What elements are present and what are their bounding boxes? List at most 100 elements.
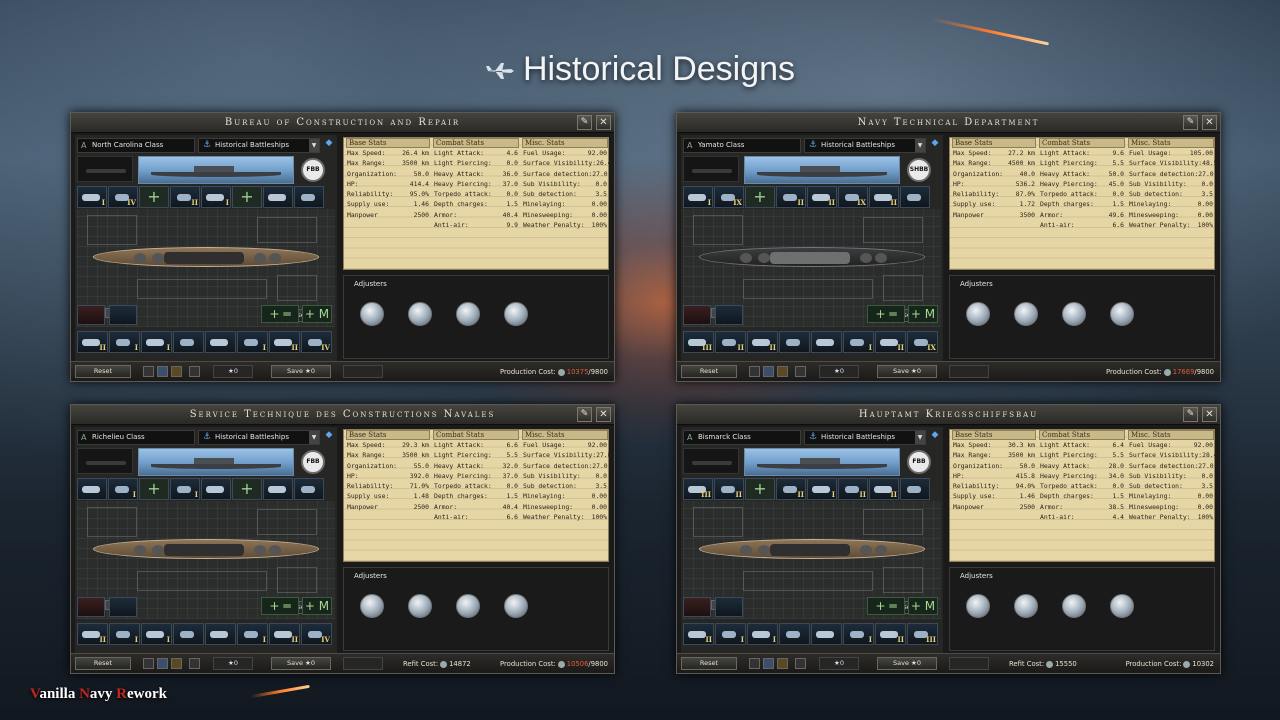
variant-dropdown[interactable]: ⚓ Historical Battleships ▼ xyxy=(198,430,320,445)
variant-dropdown[interactable]: ⚓ Historical Battleships ▼ xyxy=(804,138,926,153)
module-slot[interactable]: I xyxy=(747,623,778,645)
module-slot[interactable]: I xyxy=(843,623,874,645)
module-slot[interactable]: II xyxy=(807,186,837,208)
module-slot[interactable]: I xyxy=(141,331,172,353)
add-module-button[interactable]: + ═ xyxy=(261,597,299,615)
adjuster-knob[interactable] xyxy=(1110,594,1134,618)
water-drop-icon[interactable]: ◆ xyxy=(323,430,335,445)
toggle-button[interactable] xyxy=(763,658,774,669)
module-slot[interactable]: II xyxy=(269,331,300,353)
module-slot[interactable] xyxy=(900,478,930,500)
close-icon[interactable]: ✕ xyxy=(1202,115,1217,130)
module-slot[interactable]: I xyxy=(237,623,268,645)
empty-module-slot[interactable] xyxy=(232,186,262,208)
edit-icon[interactable]: ✎ xyxy=(577,115,592,130)
chevron-down-icon[interactable]: ▼ xyxy=(915,139,925,152)
adjuster-knob[interactable] xyxy=(1062,302,1086,326)
module-slot[interactable]: II xyxy=(776,478,806,500)
module-slot[interactable] xyxy=(263,186,293,208)
empty-module-slot[interactable] xyxy=(232,478,262,500)
variant-dropdown[interactable]: ⚓ Historical Battleships ▼ xyxy=(804,430,926,445)
toggle-button[interactable] xyxy=(777,658,788,669)
module-slot[interactable] xyxy=(683,597,711,617)
module-slot[interactable]: I xyxy=(141,623,172,645)
chevron-down-icon[interactable]: ▼ xyxy=(915,431,925,444)
adjuster-knob[interactable] xyxy=(360,302,384,326)
close-icon[interactable]: ✕ xyxy=(596,407,611,422)
toggle-button[interactable] xyxy=(749,366,760,377)
reset-button[interactable]: Reset xyxy=(75,657,131,670)
module-slot[interactable] xyxy=(205,623,236,645)
add-module-button[interactable]: + M xyxy=(302,597,332,615)
reset-button[interactable]: Reset xyxy=(75,365,131,378)
save-button[interactable]: Save ★0 xyxy=(271,365,331,378)
module-slot[interactable]: III xyxy=(907,623,938,645)
module-slot[interactable]: I xyxy=(843,331,874,353)
toggle-button[interactable] xyxy=(171,366,182,377)
toggle-button[interactable] xyxy=(189,366,200,377)
chevron-down-icon[interactable]: ▼ xyxy=(309,139,319,152)
add-module-button[interactable]: + ═ xyxy=(867,305,905,323)
module-slot[interactable]: II xyxy=(869,186,899,208)
adjuster-knob[interactable] xyxy=(966,302,990,326)
module-slot[interactable]: II xyxy=(714,478,744,500)
adjuster-knob[interactable] xyxy=(1110,302,1134,326)
close-icon[interactable]: ✕ xyxy=(1202,407,1217,422)
save-button[interactable]: Save ★0 xyxy=(877,657,937,670)
toggle-button[interactable] xyxy=(157,366,168,377)
class-name-field[interactable]: A North Carolina Class xyxy=(77,138,195,153)
add-module-button[interactable]: + ═ xyxy=(867,597,905,615)
add-module-button[interactable]: + ═ xyxy=(261,305,299,323)
adjuster-knob[interactable] xyxy=(360,594,384,618)
module-slot[interactable]: I xyxy=(170,478,200,500)
module-slot[interactable] xyxy=(109,305,137,325)
empty-module-slot[interactable] xyxy=(745,478,775,500)
module-slot[interactable] xyxy=(779,331,810,353)
module-slot[interactable]: III xyxy=(683,478,713,500)
module-slot[interactable] xyxy=(173,623,204,645)
module-slot[interactable]: I xyxy=(109,623,140,645)
module-slot[interactable]: II xyxy=(715,331,746,353)
module-slot[interactable]: II xyxy=(875,623,906,645)
water-drop-icon[interactable]: ◆ xyxy=(929,138,941,153)
adjuster-knob[interactable] xyxy=(408,302,432,326)
module-slot[interactable]: II xyxy=(838,478,868,500)
module-slot[interactable]: IV xyxy=(108,186,138,208)
edit-icon[interactable]: ✎ xyxy=(1183,115,1198,130)
adjuster-knob[interactable] xyxy=(1014,594,1038,618)
module-slot[interactable]: II xyxy=(776,186,806,208)
toggle-button[interactable] xyxy=(795,366,806,377)
module-slot[interactable] xyxy=(811,623,842,645)
module-slot[interactable] xyxy=(77,478,107,500)
module-slot[interactable] xyxy=(779,623,810,645)
edit-icon[interactable]: ✎ xyxy=(1183,407,1198,422)
empty-module-slot[interactable] xyxy=(139,478,169,500)
save-button[interactable]: Save ★0 xyxy=(271,657,331,670)
module-slot[interactable]: II xyxy=(683,623,714,645)
module-slot[interactable] xyxy=(201,478,231,500)
module-slot[interactable]: II xyxy=(869,478,899,500)
adjuster-knob[interactable] xyxy=(504,594,528,618)
toggle-button[interactable] xyxy=(189,658,200,669)
adjuster-knob[interactable] xyxy=(504,302,528,326)
adjuster-knob[interactable] xyxy=(1014,302,1038,326)
adjuster-knob[interactable] xyxy=(1062,594,1086,618)
module-slot[interactable]: I xyxy=(77,186,107,208)
module-slot[interactable]: I xyxy=(807,478,837,500)
module-slot[interactable] xyxy=(77,597,105,617)
module-slot[interactable]: III xyxy=(683,331,714,353)
add-module-button[interactable]: + M xyxy=(908,305,938,323)
module-slot[interactable] xyxy=(900,186,930,208)
add-module-button[interactable]: + M xyxy=(908,597,938,615)
water-drop-icon[interactable]: ◆ xyxy=(929,430,941,445)
close-icon[interactable]: ✕ xyxy=(596,115,611,130)
module-slot[interactable] xyxy=(77,305,105,325)
toggle-button[interactable] xyxy=(795,658,806,669)
adjuster-knob[interactable] xyxy=(966,594,990,618)
module-slot[interactable] xyxy=(715,597,743,617)
module-slot[interactable] xyxy=(263,478,293,500)
adjuster-knob[interactable] xyxy=(456,302,480,326)
module-slot[interactable]: II xyxy=(269,623,300,645)
module-slot[interactable]: IX xyxy=(714,186,744,208)
class-name-field[interactable]: A Bismarck Class xyxy=(683,430,801,445)
